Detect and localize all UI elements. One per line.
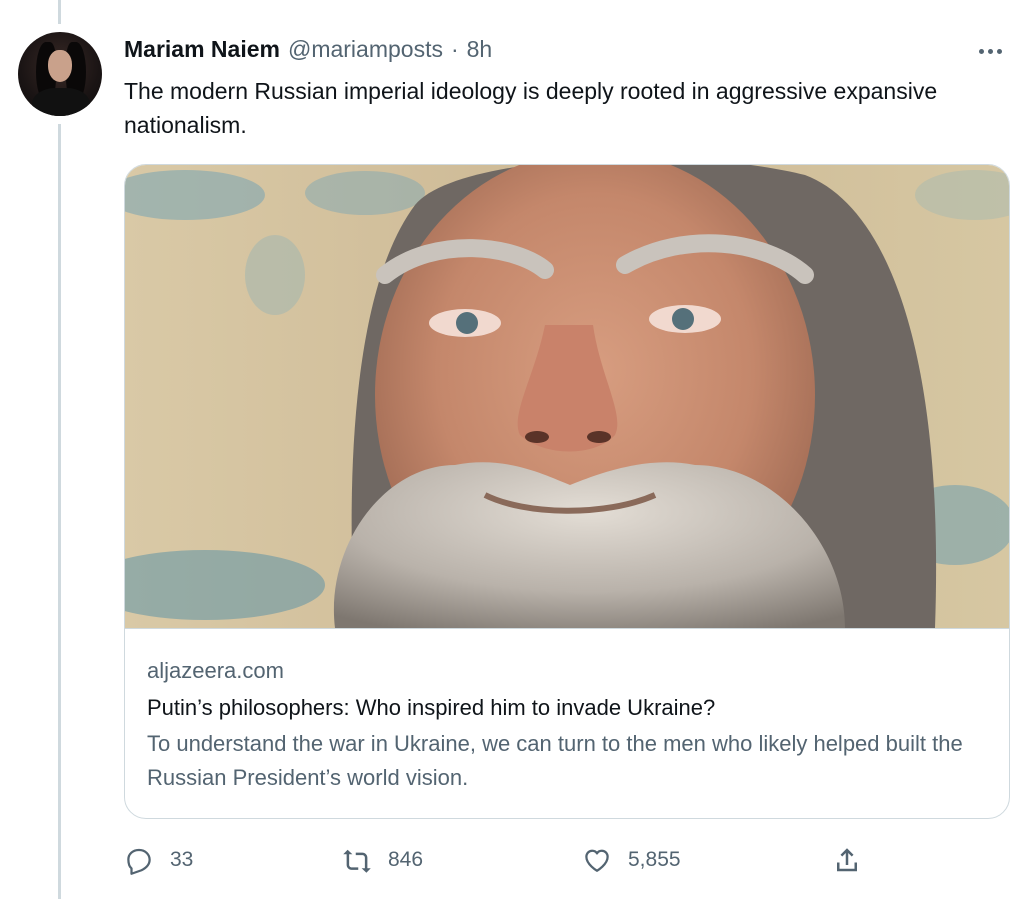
card-description: To understand the war in Ukraine, we can… [147, 731, 963, 790]
card-domain: aljazeera.com [147, 658, 284, 683]
reply-icon [127, 848, 151, 875]
header-separator: · [450, 36, 459, 62]
share-button[interactable] [832, 840, 862, 880]
author-name[interactable]: Mariam Naiem [124, 36, 280, 63]
author-handle[interactable]: @mariamposts [288, 36, 443, 63]
retweet-button[interactable]: 846 [342, 840, 423, 880]
card-image [125, 165, 1009, 628]
thread-line [58, 124, 61, 899]
retweet-count: 846 [388, 848, 424, 871]
like-count: 5,855 [628, 848, 681, 871]
like-icon [585, 849, 609, 872]
tweet-page: Mariam Naiem @mariamposts · 8h The moder… [0, 0, 1024, 899]
tweet-actions: 33 846 5,855 [124, 840, 1010, 880]
link-preview-card[interactable]: aljazeera.com Putin’s philosophers: Who … [124, 164, 1010, 819]
tweet-text: The modern Russian imperial ideology is … [124, 78, 938, 138]
more-icon [978, 48, 984, 54]
reply-button[interactable]: 33 [124, 840, 193, 880]
avatar[interactable] [18, 32, 102, 116]
card-title[interactable]: Putin’s philosophers: Who inspired him t… [147, 693, 989, 723]
more-options-button[interactable] [972, 36, 1008, 66]
tweet-time[interactable]: 8h [467, 36, 493, 63]
tweet-header: Mariam Naiem @mariamposts · 8h [124, 36, 492, 66]
retweet-icon [343, 849, 371, 873]
card-body: aljazeera.com Putin’s philosophers: Who … [125, 628, 1009, 818]
like-button[interactable]: 5,855 [582, 840, 681, 880]
reply-count: 33 [170, 848, 194, 871]
thread-line-top [58, 0, 61, 24]
share-icon [837, 848, 857, 872]
